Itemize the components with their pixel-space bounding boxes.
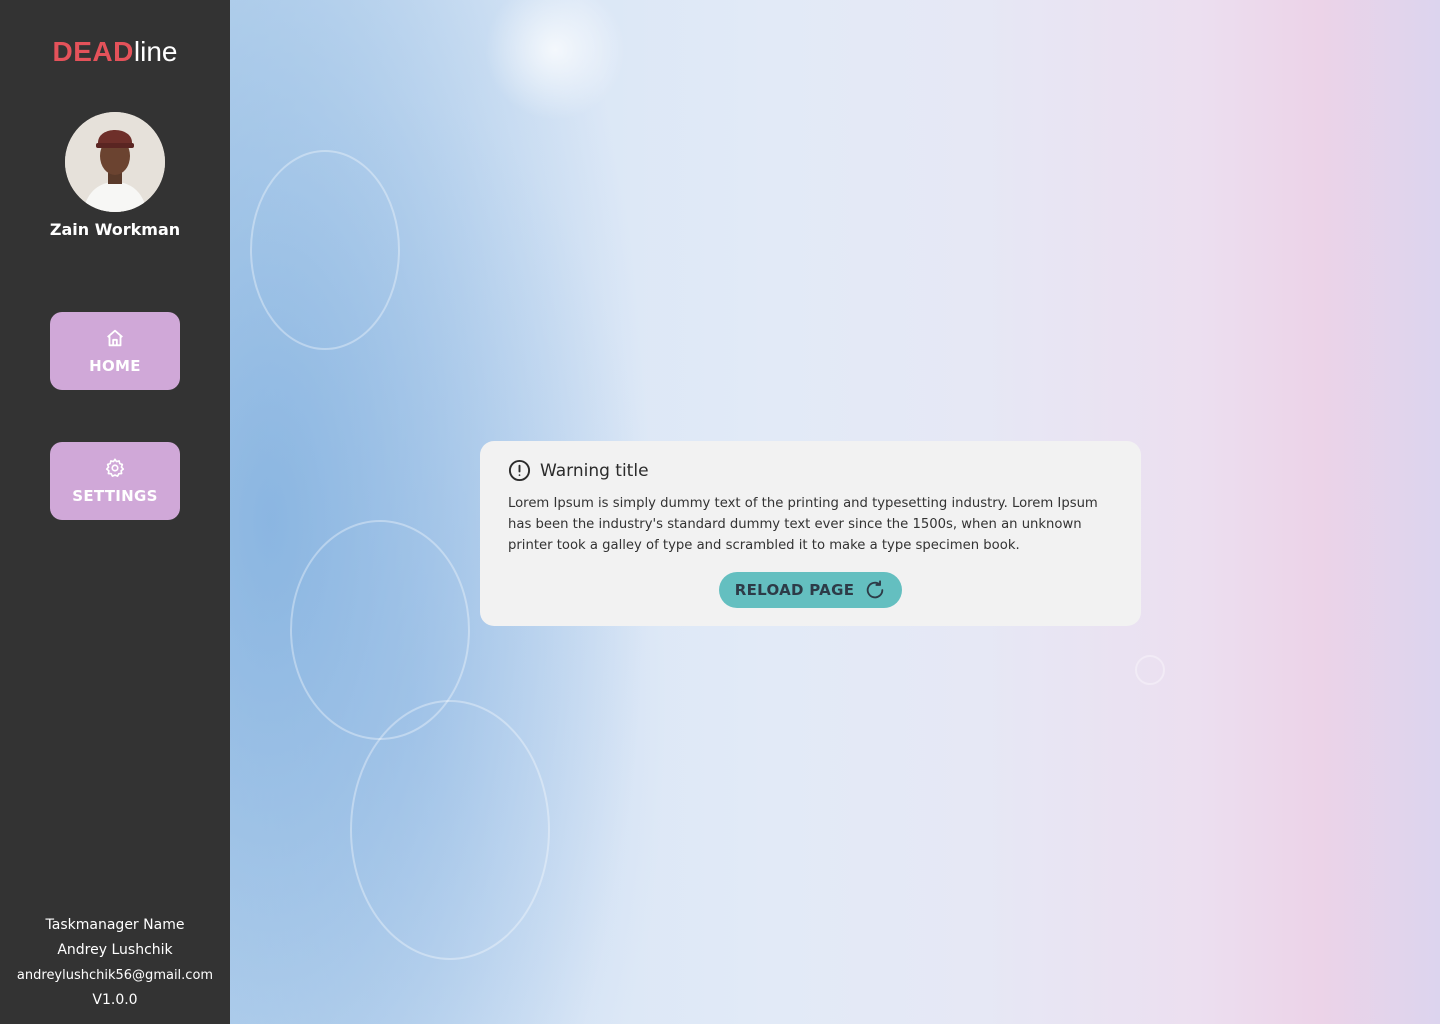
warning-title: Warning title (540, 460, 649, 481)
background-bubble (1135, 655, 1165, 685)
nav-home-label: HOME (89, 357, 141, 375)
warning-message: Lorem Ipsum is simply dummy text of the … (508, 496, 1098, 553)
footer-version: V1.0.0 (92, 992, 138, 1008)
app-logo[interactable]: DEADline (0, 36, 230, 68)
nav-settings-label: SETTINGS (72, 487, 158, 505)
avatar-image (65, 112, 165, 212)
reload-icon (867, 580, 884, 599)
avatar[interactable] (65, 112, 165, 212)
warning-card: Warning title Lorem Ipsum is simply dumm… (480, 441, 1141, 626)
footer-app-name: Taskmanager Name (45, 917, 185, 933)
sidebar-footer: Taskmanager Name Andrey Lushchik andreyl… (0, 913, 230, 1013)
footer-email: andreylushchik56@gmail.com (16, 968, 214, 983)
logo-secondary: line (133, 36, 178, 67)
sidebar: DEADline Zain Workman HOME SETTINGS Task… (0, 0, 230, 1024)
exclamation-circle-icon (508, 459, 531, 482)
home-icon (107, 329, 123, 347)
gear-icon (105, 458, 125, 477)
nav-settings-button[interactable]: SETTINGS (50, 442, 180, 520)
nav-home-button[interactable]: HOME (50, 312, 180, 390)
reload-page-button[interactable]: RELOAD PAGE (719, 572, 902, 608)
background-bubble (350, 700, 550, 960)
background-bubble (250, 150, 400, 350)
reload-page-label: RELOAD PAGE (734, 581, 855, 599)
footer-author: Andrey Lushchik (57, 942, 173, 958)
warning-header: Warning title (508, 459, 649, 482)
logo-primary: DEAD (52, 36, 134, 67)
user-name: Zain Workman (49, 220, 181, 239)
